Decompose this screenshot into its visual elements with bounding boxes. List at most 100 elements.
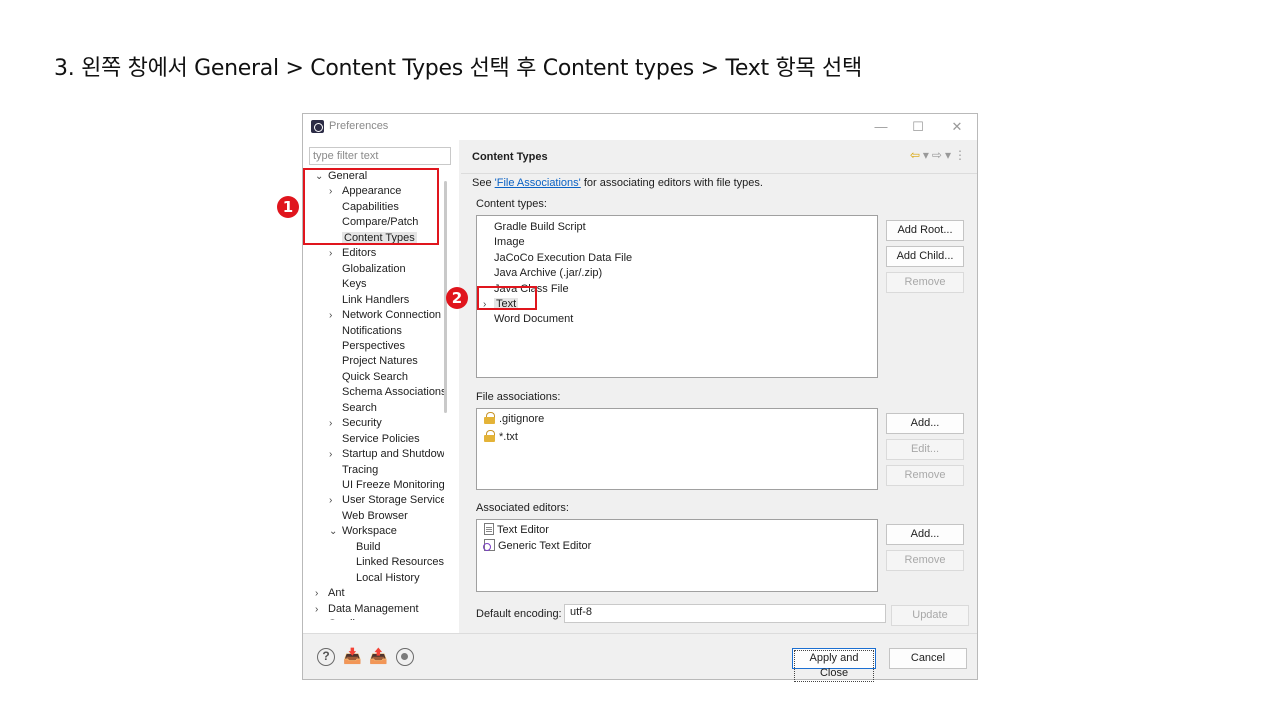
default-encoding-input[interactable]: utf-8 <box>564 604 886 623</box>
see-suffix: for associating editors with file types. <box>580 177 763 189</box>
file-associations-list[interactable]: .gitignore *.txt <box>476 408 878 490</box>
tree-item-label: Service Policies <box>342 432 420 445</box>
close-button[interactable]: ✕ <box>947 117 967 137</box>
tree-item-label: Keys <box>342 278 367 291</box>
cancel-button[interactable]: Cancel <box>889 648 967 669</box>
tree-item-security[interactable]: › Security <box>329 416 382 431</box>
tree-item-local-history[interactable]: Local History <box>343 571 420 586</box>
filter-input[interactable]: type filter text <box>309 147 451 165</box>
oomph-record-icon[interactable] <box>396 648 414 666</box>
forward-dropdown-icon[interactable]: ▾ <box>945 148 954 162</box>
tree-item-data-management[interactable]: › Data Management <box>315 602 419 617</box>
content-type-label: Word Document <box>494 313 574 326</box>
add-root-button[interactable]: Add Root... <box>886 220 964 241</box>
tree-item-label: Workspace <box>342 525 397 538</box>
tree-item-ant[interactable]: › Ant <box>315 586 345 601</box>
lock-icon <box>484 430 495 442</box>
update-button[interactable]: Update <box>891 605 969 626</box>
collapsed-chevron-icon[interactable]: › <box>315 586 328 601</box>
tree-item-link-handlers[interactable]: Link Handlers <box>329 293 409 308</box>
collapsed-chevron-icon[interactable]: › <box>329 246 342 261</box>
title-separator <box>461 173 977 174</box>
nav-toolbar: ⇦▾⇨▾⋮ <box>910 148 969 162</box>
collapsed-chevron-icon[interactable]: › <box>329 493 342 508</box>
window-title: Preferences <box>329 120 389 132</box>
add-file-association-button[interactable]: Add... <box>886 413 964 434</box>
tree-item-project-natures[interactable]: Project Natures <box>329 354 418 369</box>
tree-item-build[interactable]: Build <box>343 540 380 555</box>
collapsed-chevron-icon[interactable]: › <box>315 602 328 617</box>
tree-item-globalization[interactable]: Globalization <box>329 262 406 277</box>
view-menu-icon[interactable]: ⋮ <box>954 148 969 162</box>
forward-icon[interactable]: ⇨ <box>932 148 945 162</box>
remove-editor-button[interactable]: Remove <box>886 550 964 571</box>
tree-item-linked-resources[interactable]: Linked Resources <box>343 555 444 570</box>
default-encoding-label: Default encoding: <box>476 608 562 620</box>
tree-item-label: Build <box>356 540 381 553</box>
tree-item-search[interactable]: Search <box>329 401 377 416</box>
file-association-label: .gitignore <box>499 413 545 425</box>
collapsed-chevron-icon[interactable]: › <box>315 617 328 620</box>
tree-item-label: Schema Associations <box>342 386 444 399</box>
file-association-item[interactable]: .gitignore <box>484 412 544 427</box>
associated-editor-item[interactable]: Generic Text Editor <box>483 539 591 554</box>
content-type-image[interactable]: Image <box>483 235 525 250</box>
slide-instruction: 3. 왼쪽 창에서 General > Content Types 선택 후 C… <box>54 56 862 81</box>
remove-content-type-button[interactable]: Remove <box>886 272 964 293</box>
content-type-gradle-build-script[interactable]: Gradle Build Script <box>483 220 586 235</box>
annotation-box-text <box>477 286 537 310</box>
add-editor-button[interactable]: Add... <box>886 524 964 545</box>
tree-item-label: Search <box>342 401 377 414</box>
tree-item-startup-and-shutdow[interactable]: › Startup and Shutdow <box>329 447 444 462</box>
apply-and-close-button[interactable]: Apply and Close <box>792 648 876 682</box>
back-icon[interactable]: ⇦ <box>910 148 923 162</box>
tree-item-workspace[interactable]: ⌄ Workspace <box>329 524 397 539</box>
tree-item-tracing[interactable]: Tracing <box>329 463 378 478</box>
remove-file-association-button[interactable]: Remove <box>886 465 964 486</box>
collapsed-chevron-icon[interactable]: › <box>329 447 342 462</box>
import-icon[interactable]: 📥 <box>343 648 362 666</box>
content-type-jacoco-execution-data-file[interactable]: JaCoCo Execution Data File <box>483 251 632 266</box>
expanded-chevron-icon[interactable]: ⌄ <box>329 524 342 539</box>
tree-item-gradle[interactable]: ›Gradle <box>315 617 361 620</box>
annotation-number-1: 1 <box>277 196 299 218</box>
tree-item-label: Link Handlers <box>342 293 410 306</box>
associated-editors-list[interactable]: Text Editor Generic Text Editor <box>476 519 878 592</box>
annotation-number-2: 2 <box>446 287 468 309</box>
tree-item-editors[interactable]: › Editors <box>329 246 376 261</box>
add-child-button[interactable]: Add Child... <box>886 246 964 267</box>
content-type-label: Java Archive (.jar/.zip) <box>494 267 603 280</box>
eclipse-app-icon <box>311 120 324 133</box>
tree-item-quick-search[interactable]: Quick Search <box>329 370 408 385</box>
edit-file-association-button[interactable]: Edit... <box>886 439 964 460</box>
tree-item-network-connection[interactable]: › Network Connection <box>329 308 441 323</box>
tree-item-user-storage-service[interactable]: › User Storage Service <box>329 493 444 508</box>
associated-editor-item[interactable]: Text Editor <box>484 523 549 538</box>
content-type-java-archive-jar-zip[interactable]: Java Archive (.jar/.zip) <box>483 266 602 281</box>
tree-item-keys[interactable]: Keys <box>329 277 366 292</box>
collapsed-chevron-icon[interactable]: › <box>329 416 342 431</box>
maximize-button[interactable]: ☐ <box>908 117 928 137</box>
content-type-label: Gradle Build Script <box>494 221 586 233</box>
file-associations-link[interactable]: 'File Associations' <box>495 177 581 189</box>
collapsed-chevron-icon[interactable]: › <box>329 308 342 323</box>
help-icon[interactable]: ? <box>317 648 335 666</box>
tree-item-ui-freeze-monitoring[interactable]: UI Freeze Monitoring <box>329 478 444 493</box>
tree-item-label: Web Browser <box>342 509 408 522</box>
export-icon[interactable]: 📤 <box>369 648 388 666</box>
tree-item-label: Gradle <box>328 618 361 620</box>
minimize-button[interactable]: — <box>871 117 891 137</box>
tree-item-schema-associations[interactable]: Schema Associations <box>329 385 444 400</box>
tree-item-notifications[interactable]: Notifications <box>329 324 402 339</box>
tree-item-label: Perspectives <box>342 339 405 352</box>
tree-item-service-policies[interactable]: Service Policies <box>329 432 420 447</box>
tree-item-perspectives[interactable]: Perspectives <box>329 339 405 354</box>
dialog-footer: ? 📥 📤 Apply and Close Cancel <box>303 633 977 682</box>
file-association-item[interactable]: *.txt <box>484 430 518 445</box>
tree-item-label: Globalization <box>342 262 406 275</box>
content-type-word-document[interactable]: Word Document <box>483 312 573 327</box>
content-types-label: Content types: <box>476 198 547 210</box>
back-dropdown-icon[interactable]: ▾ <box>923 148 932 162</box>
tree-item-web-browser[interactable]: Web Browser <box>329 509 408 524</box>
tree-item-label: Local History <box>356 571 420 584</box>
